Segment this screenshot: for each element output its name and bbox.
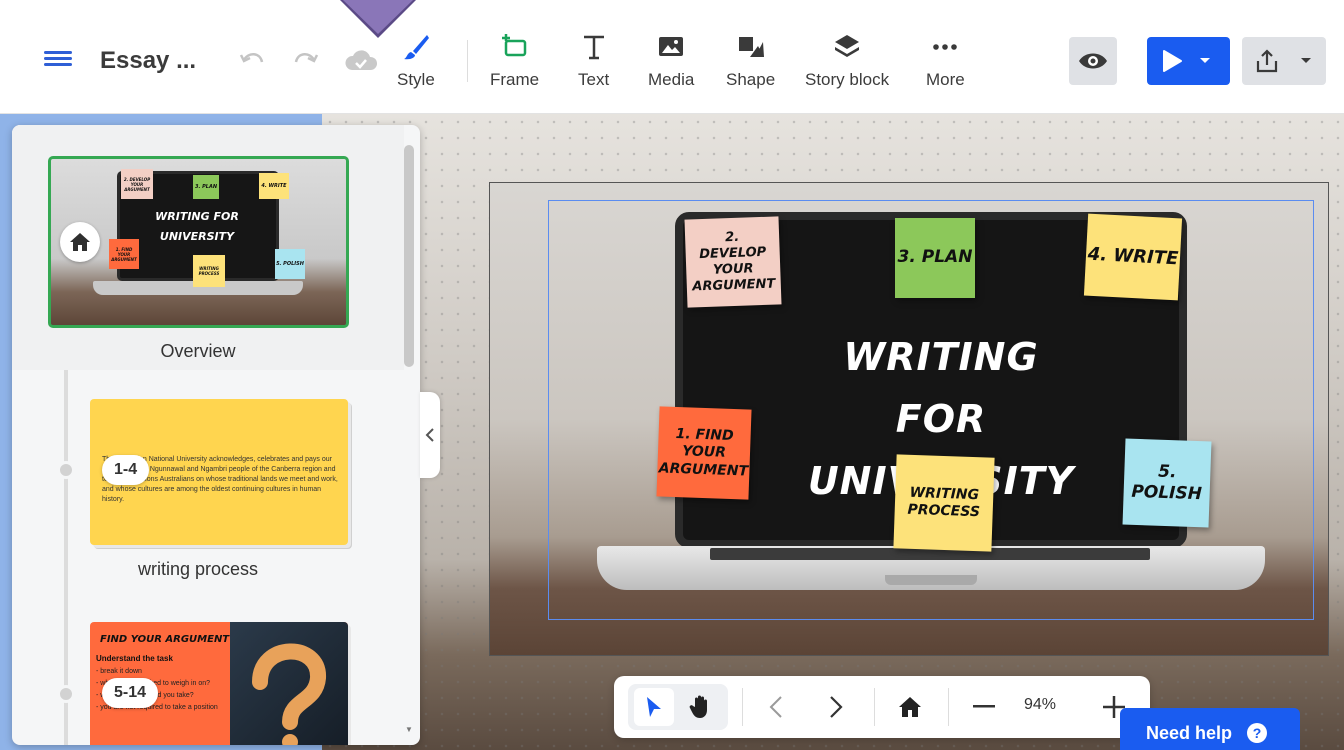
- cloud-saved-icon: [344, 48, 378, 77]
- tool-frame[interactable]: Frame: [490, 30, 539, 100]
- slides-sidebar: WRITING FOR UNIVERSITY 2. DEVELOP YOUR A…: [12, 125, 420, 745]
- sticky-note-write[interactable]: 4. WRITE: [1083, 213, 1183, 301]
- chevron-down-icon[interactable]: [1300, 57, 1312, 65]
- play-icon: [1163, 50, 1182, 72]
- thumb-note-develop: 2. DEVELOP YOUR ARGUMENT: [121, 169, 153, 199]
- thumb-note-find: 1. FIND YOUR ARGUMENT: [109, 239, 139, 269]
- slide-range-badge: 5-14: [102, 678, 159, 708]
- hand-tool-icon[interactable]: [680, 688, 720, 726]
- tool-more[interactable]: More: [926, 30, 965, 100]
- navigation-controls: 94%: [614, 676, 1150, 738]
- sticky-note-writing-process[interactable]: WRITING PROCESS: [893, 454, 995, 552]
- previous-icon[interactable]: [756, 688, 796, 726]
- sticky-note-find[interactable]: 1. FIND YOUR ARGUMENT: [656, 406, 752, 500]
- document-title[interactable]: Essay ...: [100, 47, 196, 75]
- tool-shape[interactable]: Shape: [726, 30, 775, 100]
- layers-icon: [832, 30, 862, 64]
- sidebar-scrollbar[interactable]: [404, 145, 414, 367]
- svg-text:?: ?: [1253, 725, 1262, 741]
- home-icon[interactable]: [890, 688, 930, 726]
- eye-icon: [1079, 53, 1107, 69]
- chevron-down-icon[interactable]: [1199, 57, 1211, 65]
- undo-icon[interactable]: [238, 48, 266, 79]
- laptop-keyboard: [710, 548, 1150, 560]
- timeline-dot: [57, 461, 75, 479]
- slide-range-badge: 1-4: [102, 455, 150, 485]
- text-icon: [579, 30, 609, 64]
- brush-icon: [401, 30, 431, 64]
- thumb-note-process: WRITING PROCESS: [193, 255, 225, 287]
- zoom-out-icon[interactable]: [964, 688, 1004, 726]
- share-upload-icon: [1256, 49, 1278, 73]
- top-toolbar: Essay ... Style Frame Text Media Shape S…: [0, 0, 1344, 114]
- thumb-note-plan: 3. PLAN: [193, 175, 219, 199]
- pointer-tool-icon[interactable]: [634, 688, 674, 726]
- tool-media[interactable]: Media: [648, 30, 694, 100]
- frame-add-icon: [500, 30, 530, 64]
- thumb-note-write: 4. WRITE: [259, 173, 289, 199]
- tool-style[interactable]: Style: [397, 30, 435, 100]
- next-icon[interactable]: [816, 688, 856, 726]
- hamburger-menu-icon[interactable]: [44, 48, 72, 74]
- slide-label-writing-process: writing process: [137, 559, 259, 579]
- overview-label: Overview: [160, 341, 236, 361]
- controls-divider: [948, 688, 949, 726]
- image-icon: [656, 30, 686, 64]
- chevron-left-icon: [425, 428, 434, 442]
- share-button[interactable]: [1242, 37, 1326, 85]
- thumb-note-polish: 5. POLISH: [275, 249, 305, 279]
- sticky-note-plan[interactable]: 3. PLAN: [895, 218, 975, 298]
- tool-text[interactable]: Text: [578, 30, 609, 100]
- shapes-icon: [736, 30, 766, 64]
- sticky-note-polish[interactable]: 5. POLISH: [1122, 438, 1212, 528]
- help-question-icon: ?: [1247, 723, 1268, 743]
- scroll-down-icon[interactable]: ▼: [405, 725, 413, 734]
- controls-divider: [874, 688, 875, 726]
- toolbar-divider: [467, 40, 468, 82]
- more-dots-icon: [930, 30, 960, 64]
- thumb-question-image: [230, 622, 348, 745]
- home-icon[interactable]: [60, 222, 100, 262]
- thumb-title: WRITING FOR UNIVERSITY: [155, 210, 239, 243]
- tool-story-block[interactable]: Story block: [805, 30, 889, 100]
- sticky-note-develop[interactable]: 2. DEVELOP YOUR ARGUMENT: [684, 216, 782, 308]
- need-help-button[interactable]: Need help ?: [1120, 708, 1300, 750]
- controls-divider: [742, 688, 743, 726]
- present-button[interactable]: [1147, 37, 1230, 85]
- zoom-level: 94%: [1024, 696, 1057, 713]
- collapse-sidebar-button[interactable]: [420, 392, 440, 478]
- laptop-notch: [885, 575, 977, 585]
- preview-button[interactable]: [1069, 37, 1117, 85]
- redo-icon[interactable]: [292, 48, 320, 79]
- timeline-dot: [57, 685, 75, 703]
